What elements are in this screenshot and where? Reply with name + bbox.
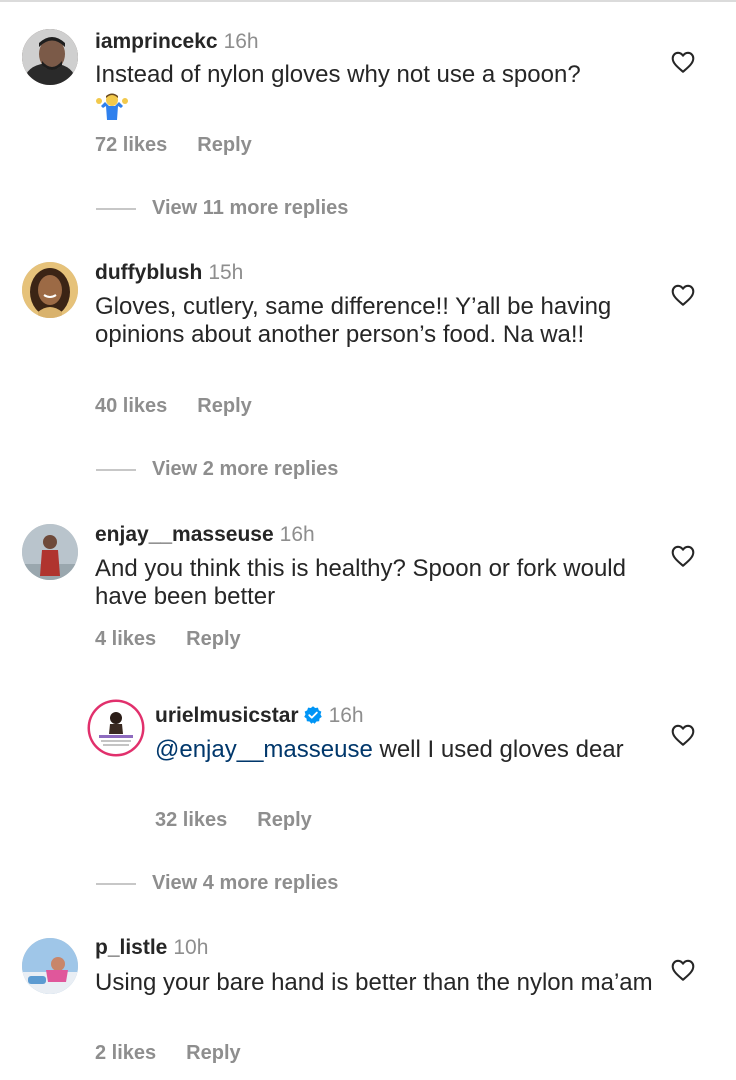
avatar[interactable] [22, 938, 78, 994]
comment-header: duffyblush 15h [95, 261, 243, 285]
verified-badge-icon [303, 706, 322, 724]
divider-dash [96, 208, 136, 210]
comment-header: enjay__masseuse 16h [95, 523, 315, 547]
top-divider [0, 0, 736, 2]
like-heart-icon[interactable] [670, 543, 696, 569]
avatar[interactable] [22, 524, 78, 580]
mention-link[interactable]: @enjay__masseuse [155, 736, 373, 763]
username[interactable]: p_listle [95, 936, 167, 959]
divider-dash [96, 883, 136, 885]
like-heart-icon[interactable] [670, 49, 696, 75]
timestamp: 15h [208, 261, 244, 284]
comment-actions: 40 likes Reply [95, 395, 252, 418]
reply-button[interactable]: Reply [197, 134, 251, 156]
comment-text: Using your bare hand is better than the … [95, 969, 653, 996]
comment-text: Gloves, cutlery, same difference!! Y’all… [95, 293, 612, 348]
comment-header: iamprincekc 16h [95, 30, 259, 54]
avatar[interactable] [22, 29, 78, 85]
reply-button[interactable]: Reply [197, 395, 251, 417]
reply-button[interactable]: Reply [186, 1042, 240, 1064]
timestamp: 16h [328, 704, 364, 727]
likes-count[interactable]: 2 likes [95, 1042, 156, 1064]
view-more-replies[interactable]: View 2 more replies [96, 458, 496, 482]
comment-actions: 2 likes Reply [95, 1042, 241, 1065]
like-heart-icon[interactable] [670, 282, 696, 308]
view-more-label: View 2 more replies [152, 458, 339, 480]
timestamp: 16h [223, 30, 259, 53]
avatar[interactable] [90, 702, 142, 754]
comment-actions: 4 likes Reply [95, 628, 241, 651]
username[interactable]: duffyblush [95, 261, 202, 284]
comment-text: Instead of nylon gloves why not use a sp… [95, 61, 581, 88]
reply-button[interactable]: Reply [186, 628, 240, 650]
likes-count[interactable]: 32 likes [155, 809, 227, 831]
view-more-label: View 11 more replies [152, 197, 349, 219]
comment-header: urielmusicstar 16h [155, 704, 364, 728]
comment-actions: 32 likes Reply [155, 809, 312, 832]
like-heart-icon[interactable] [670, 957, 696, 983]
view-more-label: View 4 more replies [152, 872, 339, 894]
view-more-replies[interactable]: View 11 more replies [96, 197, 496, 221]
likes-count[interactable]: 40 likes [95, 395, 167, 417]
reply-button[interactable]: Reply [257, 809, 311, 831]
comment-header: p_listle 10h [95, 936, 208, 960]
avatar[interactable] [22, 262, 78, 318]
like-heart-icon[interactable] [670, 722, 696, 748]
username[interactable]: iamprincekc [95, 30, 218, 53]
comment-text: And you think this is healthy? Spoon or … [95, 555, 626, 610]
likes-count[interactable]: 4 likes [95, 628, 156, 650]
likes-count[interactable]: 72 likes [95, 134, 167, 156]
username[interactable]: enjay__masseuse [95, 523, 274, 546]
comment-actions: 72 likes Reply [95, 134, 252, 157]
timestamp: 10h [173, 936, 209, 959]
reply-text: @enjay__masseuse well I used gloves dear [155, 736, 625, 764]
divider-dash [96, 469, 136, 471]
username[interactable]: urielmusicstar [155, 704, 299, 727]
reply-body: well I used gloves dear [372, 736, 624, 763]
man-shrugging-icon [95, 92, 129, 120]
timestamp: 16h [279, 523, 315, 546]
view-more-replies[interactable]: View 4 more replies [96, 872, 496, 896]
